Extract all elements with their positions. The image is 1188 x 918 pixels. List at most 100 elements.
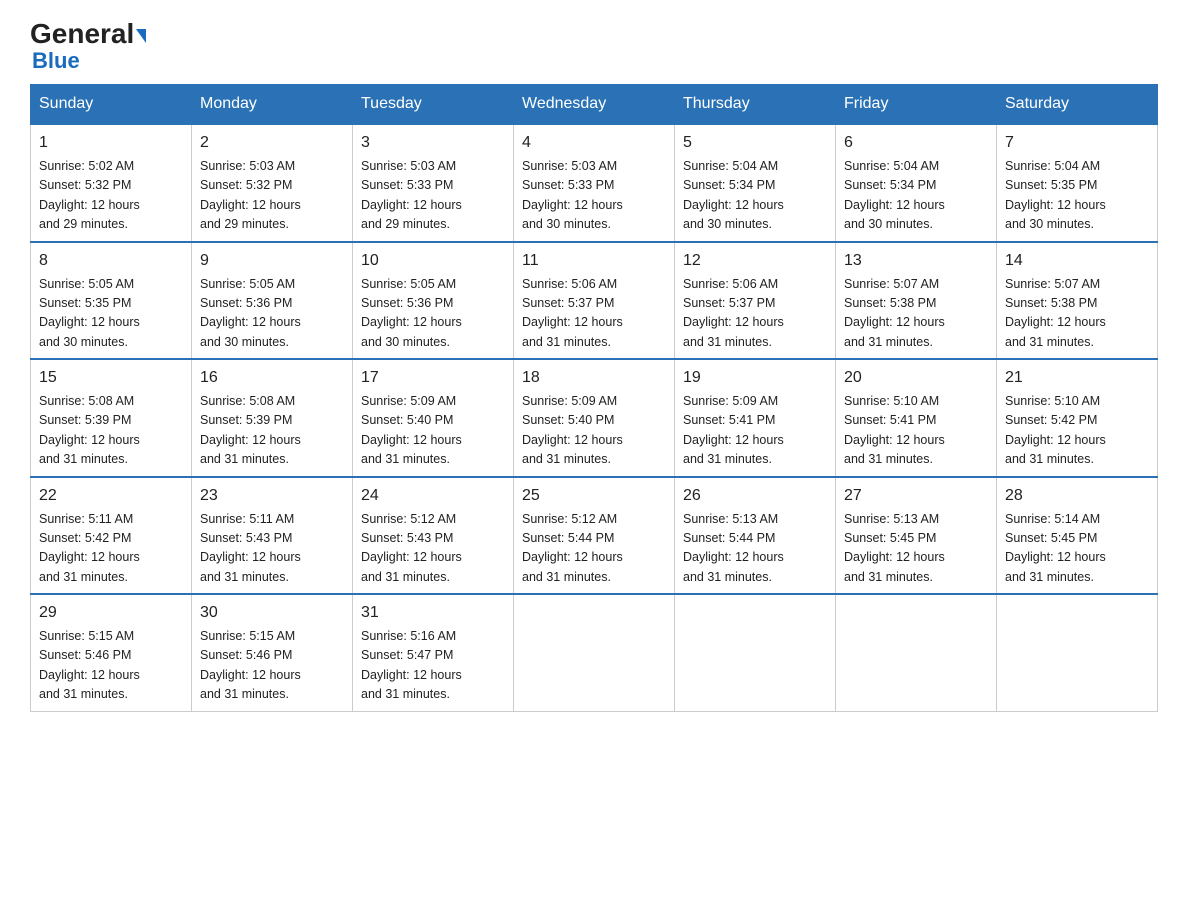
day-number: 12	[683, 249, 827, 273]
day-info: Sunrise: 5:06 AMSunset: 5:37 PMDaylight:…	[683, 275, 827, 353]
day-info: Sunrise: 5:04 AMSunset: 5:34 PMDaylight:…	[844, 157, 988, 235]
calendar-cell: 24Sunrise: 5:12 AMSunset: 5:43 PMDayligh…	[353, 477, 514, 595]
weekday-header-thursday: Thursday	[675, 85, 836, 125]
day-number: 5	[683, 131, 827, 155]
day-info: Sunrise: 5:04 AMSunset: 5:35 PMDaylight:…	[1005, 157, 1149, 235]
day-info: Sunrise: 5:10 AMSunset: 5:41 PMDaylight:…	[844, 392, 988, 470]
calendar-cell: 27Sunrise: 5:13 AMSunset: 5:45 PMDayligh…	[836, 477, 997, 595]
calendar-cell: 31Sunrise: 5:16 AMSunset: 5:47 PMDayligh…	[353, 594, 514, 711]
day-info: Sunrise: 5:03 AMSunset: 5:32 PMDaylight:…	[200, 157, 344, 235]
calendar-cell: 25Sunrise: 5:12 AMSunset: 5:44 PMDayligh…	[514, 477, 675, 595]
calendar-cell: 16Sunrise: 5:08 AMSunset: 5:39 PMDayligh…	[192, 359, 353, 477]
day-info: Sunrise: 5:15 AMSunset: 5:46 PMDaylight:…	[200, 627, 344, 705]
day-number: 25	[522, 484, 666, 508]
day-number: 9	[200, 249, 344, 273]
day-info: Sunrise: 5:05 AMSunset: 5:35 PMDaylight:…	[39, 275, 183, 353]
calendar-week-row: 29Sunrise: 5:15 AMSunset: 5:46 PMDayligh…	[31, 594, 1158, 711]
calendar-cell	[514, 594, 675, 711]
weekday-header-sunday: Sunday	[31, 85, 192, 125]
calendar-cell: 8Sunrise: 5:05 AMSunset: 5:35 PMDaylight…	[31, 242, 192, 360]
calendar-cell: 5Sunrise: 5:04 AMSunset: 5:34 PMDaylight…	[675, 124, 836, 242]
calendar-header-row: SundayMondayTuesdayWednesdayThursdayFrid…	[31, 85, 1158, 125]
day-info: Sunrise: 5:13 AMSunset: 5:45 PMDaylight:…	[844, 510, 988, 588]
day-number: 17	[361, 366, 505, 390]
day-number: 11	[522, 249, 666, 273]
day-number: 15	[39, 366, 183, 390]
day-number: 10	[361, 249, 505, 273]
day-number: 2	[200, 131, 344, 155]
day-info: Sunrise: 5:09 AMSunset: 5:41 PMDaylight:…	[683, 392, 827, 470]
calendar-cell: 17Sunrise: 5:09 AMSunset: 5:40 PMDayligh…	[353, 359, 514, 477]
weekday-header-tuesday: Tuesday	[353, 85, 514, 125]
day-number: 21	[1005, 366, 1149, 390]
day-number: 4	[522, 131, 666, 155]
calendar-cell: 20Sunrise: 5:10 AMSunset: 5:41 PMDayligh…	[836, 359, 997, 477]
day-number: 18	[522, 366, 666, 390]
day-info: Sunrise: 5:09 AMSunset: 5:40 PMDaylight:…	[522, 392, 666, 470]
logo-general-line: General	[30, 20, 146, 48]
day-number: 30	[200, 601, 344, 625]
day-number: 6	[844, 131, 988, 155]
day-info: Sunrise: 5:11 AMSunset: 5:42 PMDaylight:…	[39, 510, 183, 588]
calendar-week-row: 15Sunrise: 5:08 AMSunset: 5:39 PMDayligh…	[31, 359, 1158, 477]
day-number: 29	[39, 601, 183, 625]
day-info: Sunrise: 5:06 AMSunset: 5:37 PMDaylight:…	[522, 275, 666, 353]
day-info: Sunrise: 5:16 AMSunset: 5:47 PMDaylight:…	[361, 627, 505, 705]
day-info: Sunrise: 5:02 AMSunset: 5:32 PMDaylight:…	[39, 157, 183, 235]
day-info: Sunrise: 5:05 AMSunset: 5:36 PMDaylight:…	[200, 275, 344, 353]
calendar-cell: 19Sunrise: 5:09 AMSunset: 5:41 PMDayligh…	[675, 359, 836, 477]
calendar-cell	[675, 594, 836, 711]
weekday-header-wednesday: Wednesday	[514, 85, 675, 125]
day-info: Sunrise: 5:05 AMSunset: 5:36 PMDaylight:…	[361, 275, 505, 353]
day-info: Sunrise: 5:07 AMSunset: 5:38 PMDaylight:…	[1005, 275, 1149, 353]
calendar-cell: 12Sunrise: 5:06 AMSunset: 5:37 PMDayligh…	[675, 242, 836, 360]
day-number: 27	[844, 484, 988, 508]
day-number: 26	[683, 484, 827, 508]
day-info: Sunrise: 5:15 AMSunset: 5:46 PMDaylight:…	[39, 627, 183, 705]
weekday-header-friday: Friday	[836, 85, 997, 125]
day-info: Sunrise: 5:08 AMSunset: 5:39 PMDaylight:…	[39, 392, 183, 470]
calendar-cell: 6Sunrise: 5:04 AMSunset: 5:34 PMDaylight…	[836, 124, 997, 242]
logo-triangle-icon	[136, 29, 146, 43]
calendar-cell: 23Sunrise: 5:11 AMSunset: 5:43 PMDayligh…	[192, 477, 353, 595]
day-number: 1	[39, 131, 183, 155]
calendar-cell: 26Sunrise: 5:13 AMSunset: 5:44 PMDayligh…	[675, 477, 836, 595]
day-info: Sunrise: 5:09 AMSunset: 5:40 PMDaylight:…	[361, 392, 505, 470]
day-info: Sunrise: 5:12 AMSunset: 5:43 PMDaylight:…	[361, 510, 505, 588]
day-info: Sunrise: 5:03 AMSunset: 5:33 PMDaylight:…	[522, 157, 666, 235]
weekday-header-saturday: Saturday	[997, 85, 1158, 125]
calendar-cell: 29Sunrise: 5:15 AMSunset: 5:46 PMDayligh…	[31, 594, 192, 711]
calendar-week-row: 22Sunrise: 5:11 AMSunset: 5:42 PMDayligh…	[31, 477, 1158, 595]
day-number: 23	[200, 484, 344, 508]
day-info: Sunrise: 5:08 AMSunset: 5:39 PMDaylight:…	[200, 392, 344, 470]
calendar-cell: 10Sunrise: 5:05 AMSunset: 5:36 PMDayligh…	[353, 242, 514, 360]
day-info: Sunrise: 5:11 AMSunset: 5:43 PMDaylight:…	[200, 510, 344, 588]
day-number: 22	[39, 484, 183, 508]
calendar-cell: 21Sunrise: 5:10 AMSunset: 5:42 PMDayligh…	[997, 359, 1158, 477]
day-number: 24	[361, 484, 505, 508]
calendar-cell: 7Sunrise: 5:04 AMSunset: 5:35 PMDaylight…	[997, 124, 1158, 242]
day-info: Sunrise: 5:03 AMSunset: 5:33 PMDaylight:…	[361, 157, 505, 235]
day-number: 28	[1005, 484, 1149, 508]
calendar-cell: 28Sunrise: 5:14 AMSunset: 5:45 PMDayligh…	[997, 477, 1158, 595]
logo-blue-text: Blue	[32, 48, 80, 73]
day-number: 8	[39, 249, 183, 273]
calendar-week-row: 1Sunrise: 5:02 AMSunset: 5:32 PMDaylight…	[31, 124, 1158, 242]
day-number: 7	[1005, 131, 1149, 155]
day-info: Sunrise: 5:10 AMSunset: 5:42 PMDaylight:…	[1005, 392, 1149, 470]
calendar-cell: 30Sunrise: 5:15 AMSunset: 5:46 PMDayligh…	[192, 594, 353, 711]
calendar-cell: 18Sunrise: 5:09 AMSunset: 5:40 PMDayligh…	[514, 359, 675, 477]
calendar-cell: 9Sunrise: 5:05 AMSunset: 5:36 PMDaylight…	[192, 242, 353, 360]
calendar-cell	[997, 594, 1158, 711]
day-number: 19	[683, 366, 827, 390]
logo-general-text: General	[30, 18, 146, 49]
calendar-cell: 22Sunrise: 5:11 AMSunset: 5:42 PMDayligh…	[31, 477, 192, 595]
calendar-cell: 11Sunrise: 5:06 AMSunset: 5:37 PMDayligh…	[514, 242, 675, 360]
day-number: 16	[200, 366, 344, 390]
calendar-cell: 15Sunrise: 5:08 AMSunset: 5:39 PMDayligh…	[31, 359, 192, 477]
day-info: Sunrise: 5:14 AMSunset: 5:45 PMDaylight:…	[1005, 510, 1149, 588]
calendar-cell	[836, 594, 997, 711]
day-info: Sunrise: 5:13 AMSunset: 5:44 PMDaylight:…	[683, 510, 827, 588]
calendar-week-row: 8Sunrise: 5:05 AMSunset: 5:35 PMDaylight…	[31, 242, 1158, 360]
page-header: General Blue	[30, 20, 1158, 74]
